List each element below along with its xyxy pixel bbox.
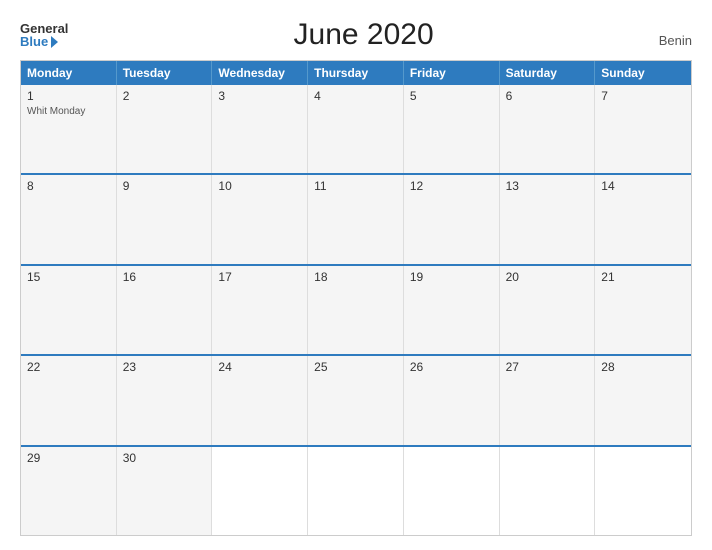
day-event: Whit Monday [27, 106, 85, 117]
week-row-4: 22 23 24 25 26 27 28 [21, 354, 691, 444]
day-number: 25 [314, 360, 397, 374]
day-cell: 22 [21, 356, 117, 444]
region-label: Benin [659, 33, 692, 52]
day-cell: 21 [595, 266, 691, 354]
day-cell: 24 [212, 356, 308, 444]
week-row-1: 1 Whit Monday 234567 [21, 85, 691, 173]
day-number: 1 [27, 89, 110, 103]
calendar-title: June 2020 [68, 18, 658, 52]
calendar-grid: MondayTuesdayWednesdayThursdayFridaySatu… [20, 60, 692, 536]
day-cell [595, 447, 691, 535]
day-headers-row: MondayTuesdayWednesdayThursdayFridaySatu… [21, 61, 691, 85]
day-number: 13 [506, 179, 589, 193]
day-cell: 14 [595, 175, 691, 263]
logo-blue-row: Blue [20, 35, 58, 48]
day-number: 22 [27, 360, 110, 374]
day-cell: 30 [117, 447, 213, 535]
day-number: 23 [123, 360, 206, 374]
day-number: 29 [27, 451, 110, 465]
day-number: 10 [218, 179, 301, 193]
day-header-monday: Monday [21, 61, 117, 85]
day-cell: 15 [21, 266, 117, 354]
logo: General Blue [20, 22, 68, 48]
day-number: 14 [601, 179, 685, 193]
day-number: 15 [27, 270, 110, 284]
day-cell: 26 [404, 356, 500, 444]
day-cell: 29 [21, 447, 117, 535]
day-cell: 1 Whit Monday [21, 85, 117, 173]
day-cell: 12 [404, 175, 500, 263]
day-header-friday: Friday [404, 61, 500, 85]
day-number: 11 [314, 179, 397, 193]
day-cell: 7 [595, 85, 691, 173]
day-cell: 2 [117, 85, 213, 173]
day-number: 4 [314, 89, 397, 103]
day-number: 6 [506, 89, 589, 103]
header: General Blue June 2020 Benin [20, 18, 692, 52]
day-number: 30 [123, 451, 206, 465]
day-number: 19 [410, 270, 493, 284]
day-cell [404, 447, 500, 535]
day-number: 9 [123, 179, 206, 193]
calendar-page: General Blue June 2020 Benin MondayTuesd… [0, 0, 712, 550]
day-number: 18 [314, 270, 397, 284]
day-number: 2 [123, 89, 206, 103]
logo-blue-text: Blue [20, 35, 48, 48]
day-cell: 13 [500, 175, 596, 263]
day-cell: 23 [117, 356, 213, 444]
day-cell: 6 [500, 85, 596, 173]
week-row-2: 89 10 11 12 13 14 [21, 173, 691, 263]
day-number: 3 [218, 89, 301, 103]
day-number: 27 [506, 360, 589, 374]
day-number: 8 [27, 179, 110, 193]
day-cell: 16 [117, 266, 213, 354]
day-header-tuesday: Tuesday [117, 61, 213, 85]
day-header-saturday: Saturday [500, 61, 596, 85]
day-cell: 27 [500, 356, 596, 444]
day-cell [212, 447, 308, 535]
day-cell [500, 447, 596, 535]
day-number: 20 [506, 270, 589, 284]
day-number: 7 [601, 89, 685, 103]
day-cell: 11 [308, 175, 404, 263]
day-cell: 10 [212, 175, 308, 263]
week-row-5: 29 30 [21, 445, 691, 535]
day-header-sunday: Sunday [595, 61, 691, 85]
day-cell [308, 447, 404, 535]
weeks-container: 1Whit Monday2345678910111213141516171819… [21, 85, 691, 535]
day-number: 5 [410, 89, 493, 103]
week-row-3: 15 16 17 18 19 20 21 [21, 264, 691, 354]
day-cell: 18 [308, 266, 404, 354]
day-number: 26 [410, 360, 493, 374]
day-header-wednesday: Wednesday [212, 61, 308, 85]
day-cell: 5 [404, 85, 500, 173]
day-number: 21 [601, 270, 685, 284]
day-cell: 4 [308, 85, 404, 173]
day-cell: 8 [21, 175, 117, 263]
day-cell: 20 [500, 266, 596, 354]
day-number: 28 [601, 360, 685, 374]
day-cell: 25 [308, 356, 404, 444]
day-header-thursday: Thursday [308, 61, 404, 85]
day-number: 24 [218, 360, 301, 374]
day-cell: 17 [212, 266, 308, 354]
day-cell: 9 [117, 175, 213, 263]
day-number: 16 [123, 270, 206, 284]
day-cell: 3 [212, 85, 308, 173]
day-number: 17 [218, 270, 301, 284]
day-number: 12 [410, 179, 493, 193]
logo-triangle-icon [51, 36, 58, 48]
day-cell: 28 [595, 356, 691, 444]
day-cell: 19 [404, 266, 500, 354]
